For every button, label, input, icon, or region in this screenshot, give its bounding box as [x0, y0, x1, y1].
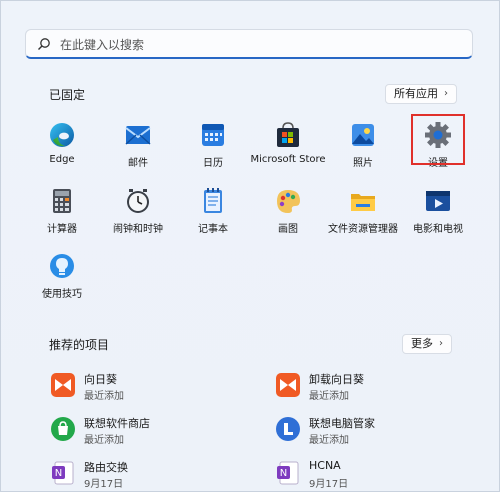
- recommended-item[interactable]: 联想电脑管家 最近添加: [275, 414, 475, 448]
- tips-icon: [47, 251, 77, 281]
- sunflower-icon: [275, 372, 301, 398]
- all-apps-label: 所有应用: [394, 87, 438, 100]
- mail-icon: [123, 120, 153, 150]
- movies-icon: [423, 186, 453, 216]
- recommended-item-name: HCNA: [309, 459, 341, 472]
- app-label: 闹钟和时钟: [113, 224, 163, 235]
- app-label: 照片: [353, 158, 373, 169]
- search-input[interactable]: [58, 34, 462, 56]
- more-button[interactable]: 更多 ›: [402, 334, 452, 354]
- onenote-icon: N: [50, 460, 76, 486]
- app-label: Microsoft Store: [250, 154, 326, 165]
- store-icon: [273, 120, 303, 150]
- recommended-item-subtitle: 最近添加: [84, 435, 124, 446]
- folder-icon: [348, 186, 378, 216]
- recommended-item[interactable]: 联想软件商店 最近添加: [50, 414, 250, 448]
- app-label: 画图: [278, 224, 298, 235]
- onenote-icon: N: [275, 460, 301, 486]
- recommended-item-subtitle: 最近添加: [309, 391, 349, 402]
- recommended-item-subtitle: 最近添加: [84, 391, 124, 402]
- chevron-right-icon: ›: [444, 88, 448, 99]
- chevron-right-icon: ›: [439, 338, 443, 349]
- pinned-app-calendar[interactable]: 日历: [171, 120, 255, 169]
- app-label: 邮件: [128, 158, 148, 169]
- pinned-app-edge[interactable]: Edge: [20, 120, 104, 165]
- recommended-item-name: 向日葵: [84, 373, 117, 386]
- recommended-item-name: 联想软件商店: [84, 417, 150, 430]
- search-icon: [38, 38, 50, 50]
- pinned-app-store[interactable]: Microsoft Store: [246, 120, 330, 165]
- app-label: 文件资源管理器: [328, 224, 398, 235]
- lenovo-store-icon: [50, 416, 76, 442]
- app-label: Edge: [49, 154, 75, 165]
- lenovo-manager-icon: [275, 416, 301, 442]
- clock-icon: [123, 186, 153, 216]
- settings-highlight-box: [411, 114, 465, 165]
- app-label: 日历: [203, 158, 223, 169]
- pinned-title: 已固定: [49, 88, 86, 102]
- svg-text:N: N: [55, 468, 62, 479]
- recommended-item-subtitle: 9月17日: [309, 479, 349, 490]
- recommended-item[interactable]: 卸载向日葵 最近添加: [275, 370, 475, 404]
- app-label: 使用技巧: [42, 289, 82, 300]
- photos-icon: [348, 120, 378, 150]
- recommended-item[interactable]: 向日葵 最近添加: [50, 370, 250, 404]
- pinned-app-notepad[interactable]: 记事本: [171, 186, 255, 235]
- app-label: 电影和电视: [413, 224, 463, 235]
- recommended-item-subtitle: 9月17日: [84, 479, 124, 490]
- pinned-app-movies-tv[interactable]: 电影和电视: [396, 186, 480, 235]
- sunflower-icon: [50, 372, 76, 398]
- pinned-app-mail[interactable]: 邮件: [96, 120, 180, 169]
- more-label: 更多: [411, 337, 433, 350]
- pinned-app-file-explorer[interactable]: 文件资源管理器: [321, 186, 405, 235]
- all-apps-button[interactable]: 所有应用 ›: [385, 84, 457, 104]
- calculator-icon: [47, 186, 77, 216]
- recommended-title: 推荐的项目: [49, 338, 110, 352]
- start-menu: 已固定 所有应用 › Edge: [0, 0, 500, 492]
- app-label: 记事本: [198, 224, 228, 235]
- pinned-app-photos[interactable]: 照片: [321, 120, 405, 169]
- recommended-item-subtitle: 最近添加: [309, 435, 349, 446]
- paint-icon: [273, 186, 303, 216]
- app-label: 计算器: [47, 224, 77, 235]
- search-box[interactable]: [25, 29, 473, 59]
- calendar-icon: [198, 120, 228, 150]
- edge-icon: [47, 120, 77, 150]
- recommended-item[interactable]: N 路由交换 9月17日: [50, 458, 250, 492]
- svg-text:N: N: [280, 468, 287, 479]
- pinned-app-clock[interactable]: 闹钟和时钟: [96, 186, 180, 235]
- pinned-app-tips[interactable]: 使用技巧: [20, 251, 104, 300]
- recommended-item-name: 卸载向日葵: [309, 373, 364, 386]
- pinned-app-calculator[interactable]: 计算器: [20, 186, 104, 235]
- recommended-item-name: 联想电脑管家: [309, 417, 375, 430]
- recommended-item[interactable]: N HCNA 9月17日: [275, 458, 475, 492]
- notepad-icon: [198, 186, 228, 216]
- pinned-app-paint[interactable]: 画图: [246, 186, 330, 235]
- recommended-item-name: 路由交换: [84, 461, 128, 474]
